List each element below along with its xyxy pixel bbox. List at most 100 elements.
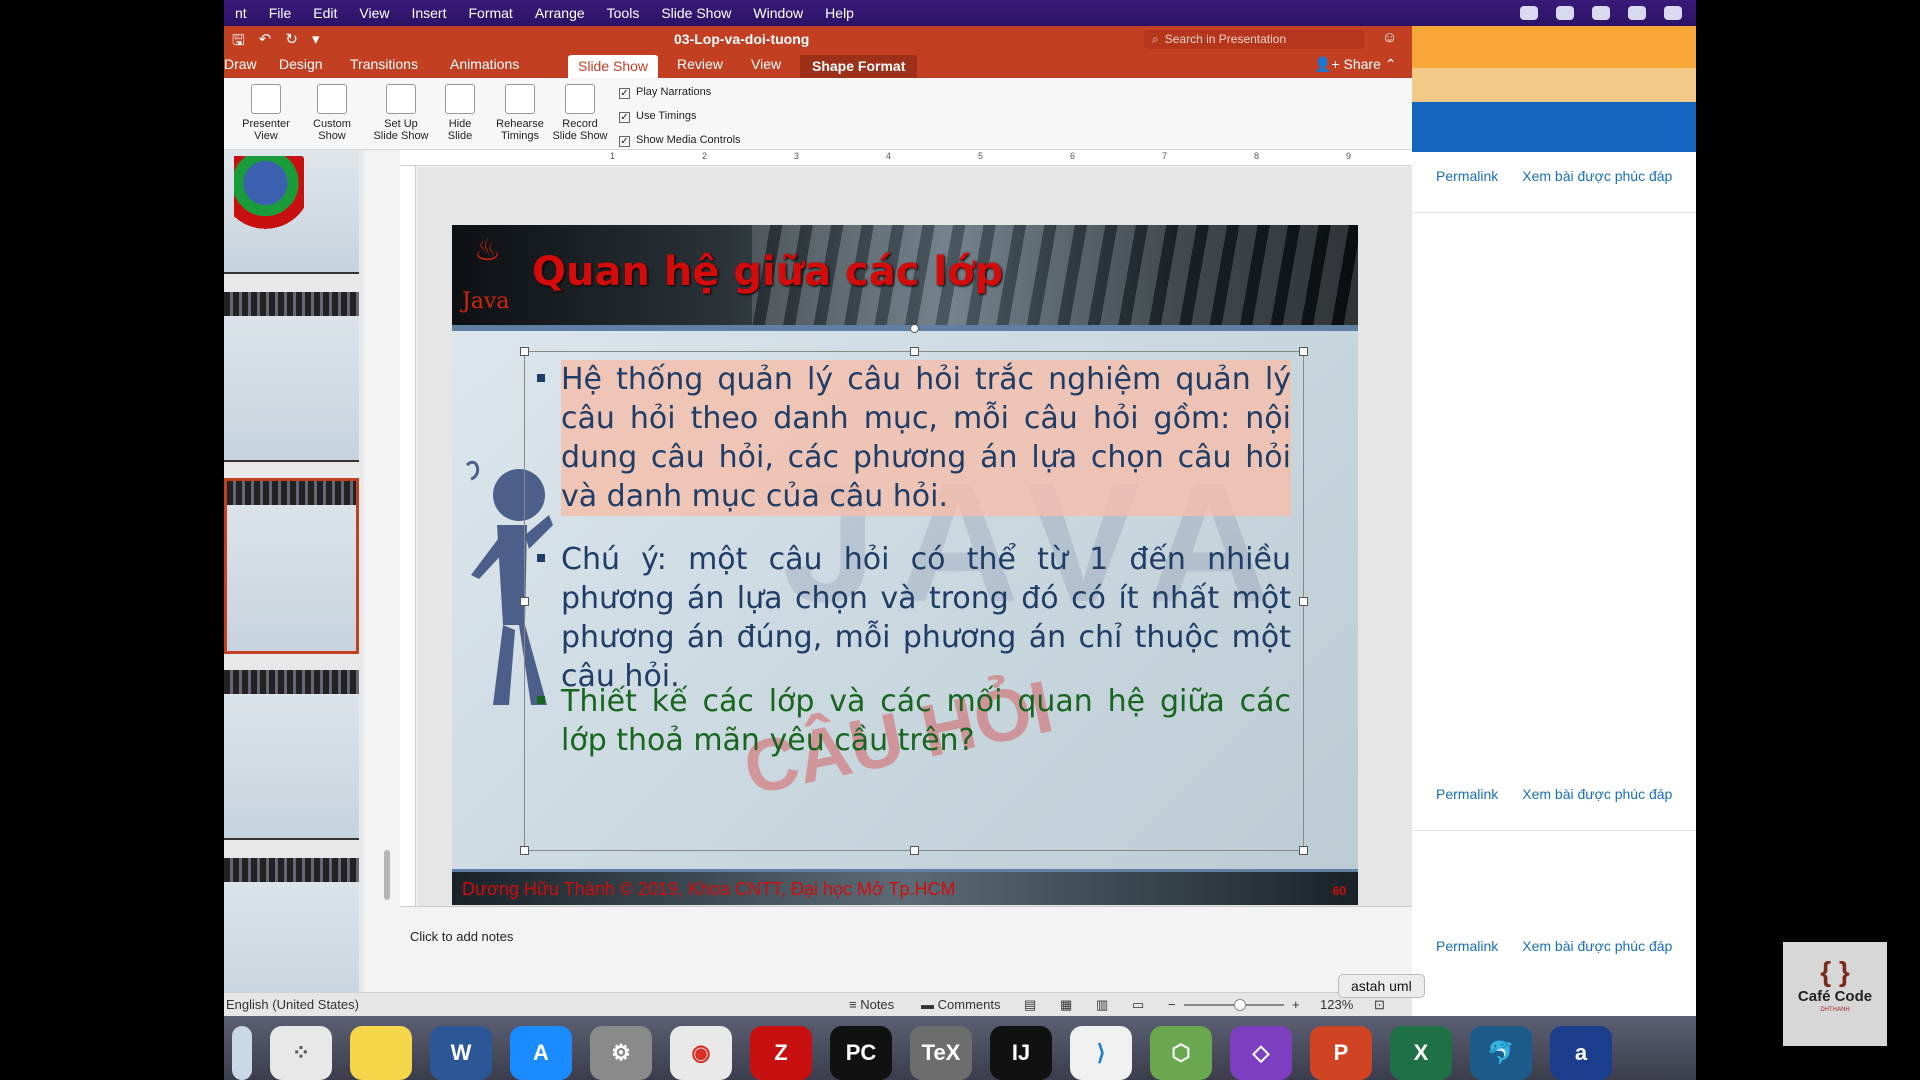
use-timings-checkbox[interactable]: ✓ Use Timings	[619, 110, 697, 123]
slide-thumbnail[interactable]	[224, 292, 359, 462]
content-textbox[interactable]: Hệ thống quản lý câu hỏi trắc nghiệm quả…	[520, 324, 1308, 855]
thumbnail-scrollbar[interactable]	[384, 150, 392, 1016]
slide-thumbnail-selected[interactable]	[224, 478, 359, 654]
horizontal-ruler[interactable]: 1 2 3 4 5 6 7 8 9	[400, 150, 1412, 166]
user-icon[interactable]: ☺	[1382, 29, 1397, 46]
menu-edit[interactable]: Edit	[302, 5, 348, 21]
vscode-icon[interactable]: ⟩	[1070, 1026, 1132, 1080]
tab-design[interactable]: Design	[279, 56, 323, 72]
zoom-slider[interactable]	[1184, 999, 1284, 1011]
share-button[interactable]: 👤+ Share ⌃	[1314, 56, 1396, 73]
scrollbar-thumb[interactable]	[384, 850, 390, 900]
reply-link[interactable]: Xem bài được phúc đáp	[1522, 168, 1672, 184]
comments-button[interactable]: ▬ Comments	[921, 997, 1000, 1012]
fit-to-window-icon[interactable]: ⊡	[1374, 997, 1385, 1013]
visual-studio-icon[interactable]: ◇	[1230, 1026, 1292, 1080]
menu-app[interactable]: nt	[224, 5, 258, 21]
comment-links: Permalink Xem bài được phúc đáp	[1436, 786, 1672, 802]
tex-icon[interactable]: TeX	[910, 1026, 972, 1080]
filezilla-icon[interactable]: Z	[750, 1026, 812, 1080]
show-media-controls-checkbox[interactable]: ✓ Show Media Controls	[619, 134, 741, 147]
slide-thumbnail[interactable]	[224, 670, 359, 840]
normal-view-icon[interactable]: ▤	[1024, 997, 1036, 1013]
system-preferences-icon[interactable]: ⚙	[590, 1026, 652, 1080]
ribbon-tabs: Draw Design Transitions Animations Slide…	[224, 52, 1412, 78]
vertical-ruler[interactable]	[400, 166, 416, 906]
menu-window[interactable]: Window	[742, 5, 814, 21]
zoom-level[interactable]: 123%	[1320, 997, 1353, 1012]
zoom-slider-knob[interactable]	[1234, 999, 1246, 1011]
menu-file[interactable]: File	[258, 5, 303, 21]
play-narrations-checkbox[interactable]: ✓ Play Narrations	[619, 86, 711, 99]
excel-icon[interactable]: X	[1390, 1026, 1452, 1080]
reading-view-icon[interactable]: ▥	[1096, 997, 1108, 1013]
zoom-out-icon[interactable]: −	[1168, 997, 1176, 1012]
slideshow-view-icon[interactable]: ▭	[1132, 997, 1144, 1013]
slide-thumbnail[interactable]	[224, 150, 359, 274]
menu-format[interactable]: Format	[457, 5, 523, 21]
bullet-2: Chú ý: một câu hỏi có thể từ 1 đến nhiều…	[537, 540, 1291, 696]
ruler-tick: 4	[886, 151, 892, 161]
launchpad-icon[interactable]: ⁘	[270, 1026, 332, 1080]
language-indicator[interactable]: English (United States)	[226, 997, 359, 1012]
rotate-handle[interactable]	[910, 324, 919, 333]
tab-animations[interactable]: Animations	[450, 56, 519, 72]
resize-handle[interactable]	[520, 597, 529, 606]
moon-icon[interactable]	[1664, 6, 1682, 20]
reply-link[interactable]: Xem bài được phúc đáp	[1522, 786, 1672, 802]
hide-slide-button[interactable]: Hide Slide	[438, 84, 482, 142]
tab-draw[interactable]: Draw	[224, 56, 257, 72]
permalink-link[interactable]: Permalink	[1436, 786, 1498, 802]
slide[interactable]: ♨ Java Quan hệ giữa các lớp JAVA CÂU HỎI	[452, 225, 1358, 905]
notes-pane[interactable]: Click to add notes	[400, 906, 1412, 992]
menu-insert[interactable]: Insert	[400, 5, 457, 21]
menu-slide-show[interactable]: Slide Show	[650, 5, 742, 21]
resize-handle[interactable]	[520, 846, 529, 855]
menu-help[interactable]: Help	[814, 5, 865, 21]
astah-icon[interactable]: a	[1550, 1026, 1612, 1080]
permalink-link[interactable]: Permalink	[1436, 938, 1498, 954]
notes-placeholder: Click to add notes	[410, 929, 514, 944]
record-slide-show-button[interactable]: Record Slide Show	[550, 84, 610, 142]
intellij-icon[interactable]: IJ	[990, 1026, 1052, 1080]
notes-app-icon[interactable]	[350, 1026, 412, 1080]
resize-handle[interactable]	[1299, 597, 1308, 606]
menu-arrange[interactable]: Arrange	[524, 5, 596, 21]
chrome-icon[interactable]: ◉	[670, 1026, 732, 1080]
resize-handle[interactable]	[910, 347, 919, 356]
tab-review[interactable]: Review	[677, 56, 723, 72]
resize-handle[interactable]	[520, 347, 529, 356]
search-box[interactable]: ⌕ Search in Presentation	[1144, 30, 1364, 49]
notes-button[interactable]: ≡ Notes	[849, 997, 894, 1012]
cloud-icon[interactable]	[1628, 6, 1646, 20]
reply-link[interactable]: Xem bài được phúc đáp	[1522, 938, 1672, 954]
rehearse-timings-button[interactable]: Rehearse Timings	[492, 84, 548, 142]
word-icon[interactable]: W	[430, 1026, 492, 1080]
slide-sorter-icon[interactable]: ▦	[1060, 997, 1072, 1013]
chat-icon[interactable]	[1592, 6, 1610, 20]
tab-shape-format[interactable]: Shape Format	[800, 55, 918, 78]
pycharm-icon[interactable]: PC	[830, 1026, 892, 1080]
app-store-icon[interactable]: A	[510, 1026, 572, 1080]
powerpoint-icon[interactable]: P	[1310, 1026, 1372, 1080]
finder-icon[interactable]	[232, 1026, 252, 1080]
resize-handle[interactable]	[910, 846, 919, 855]
set-up-slide-show-button[interactable]: Set Up Slide Show	[370, 84, 432, 142]
resize-handle[interactable]	[1299, 347, 1308, 356]
zoom-in-icon[interactable]: +	[1292, 997, 1300, 1012]
tab-view[interactable]: View	[751, 56, 781, 72]
slide-title[interactable]: Quan hệ giữa các lớp	[532, 249, 1003, 295]
presenter-view-button[interactable]: Presenter View	[238, 84, 294, 142]
mail-icon[interactable]	[1556, 6, 1574, 20]
resize-handle[interactable]	[1299, 846, 1308, 855]
mysql-workbench-icon[interactable]: 🐬	[1470, 1026, 1532, 1080]
cafe-code-subtitle: DHTHANH	[1820, 1007, 1850, 1013]
custom-show-button[interactable]: Custom Show	[304, 84, 360, 142]
menu-tools[interactable]: Tools	[596, 5, 651, 21]
tab-transitions[interactable]: Transitions	[350, 56, 418, 72]
permalink-link[interactable]: Permalink	[1436, 168, 1498, 184]
record-icon[interactable]	[1520, 6, 1538, 20]
tab-slide-show[interactable]: Slide Show	[568, 55, 659, 78]
scene-builder-icon[interactable]: ⬡	[1150, 1026, 1212, 1080]
menu-view[interactable]: View	[348, 5, 400, 21]
